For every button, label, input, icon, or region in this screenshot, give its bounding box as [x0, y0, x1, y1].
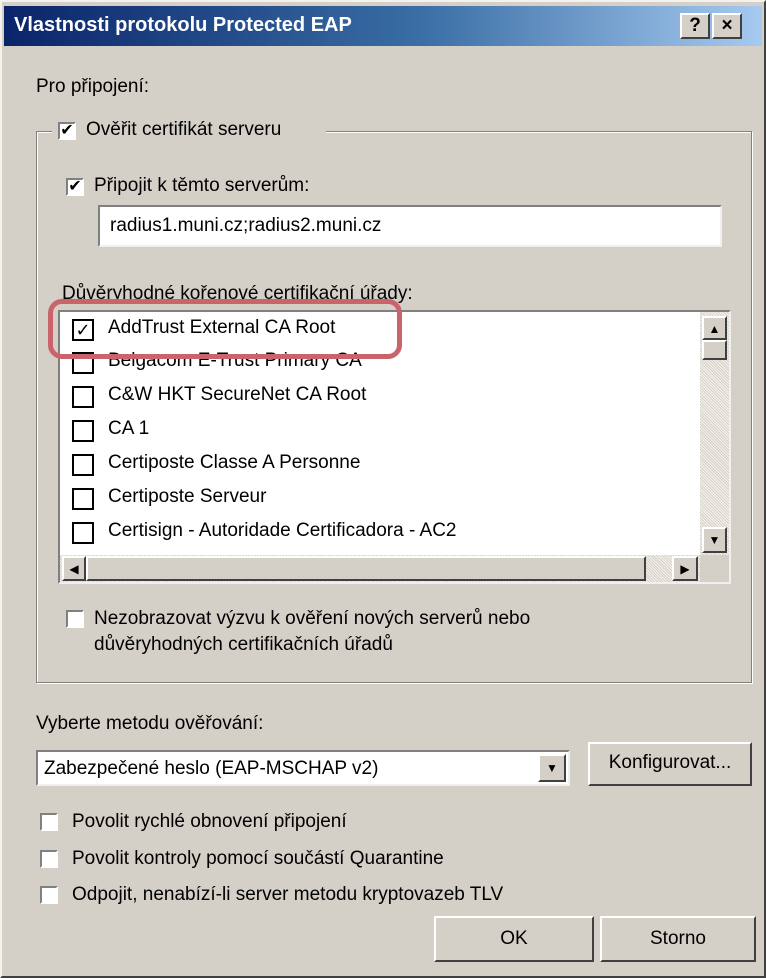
window-title: Vlastnosti protokolu Protected EAP — [14, 14, 352, 36]
vertical-scroll-thumb[interactable] — [702, 340, 727, 360]
verify-cert-label[interactable]: Ověřit certifikát serveru — [86, 119, 281, 141]
auth-method-label: Vyberte metodu ověřování: — [36, 713, 264, 734]
ok-button[interactable]: OK — [434, 916, 594, 962]
list-item[interactable]: Certiposte Serveur — [68, 482, 688, 515]
verify-cert-checkbox[interactable]: ✔ — [58, 122, 76, 140]
servers-input[interactable]: radius1.muni.cz;radius2.muni.cz — [98, 205, 722, 247]
scroll-up-arrow-icon[interactable]: ▲ — [702, 316, 727, 340]
auth-method-select[interactable]: Zabezpečené heslo (EAP-MSCHAP v2) ▼ — [36, 750, 570, 786]
disconnect-tlv-checkbox[interactable] — [40, 886, 58, 904]
list-item[interactable]: Belgacom E-Trust Primary CA — [68, 346, 688, 379]
title-bar[interactable]: Vlastnosti protokolu Protected EAP ? × — [4, 6, 762, 46]
ca-item-checkbox[interactable] — [72, 488, 94, 510]
scrollbar-corner — [700, 555, 729, 582]
horizontal-scrollbar[interactable]: ◀ ▶ — [60, 555, 700, 582]
ca-item-checkbox[interactable] — [72, 420, 94, 442]
no-prompt-checkbox[interactable] — [66, 610, 84, 628]
ca-item-label: Certiposte Serveur — [108, 486, 267, 507]
ca-item-label: Certisign - Autoridade Certificadora - A… — [108, 520, 457, 541]
trusted-ca-list[interactable]: ✓ AddTrust External CA Root Belgacom E-T… — [58, 310, 731, 584]
list-item[interactable]: Certiposte Classe A Personne — [68, 448, 688, 481]
trusted-ca-label: Důvěryhodné kořenové certifikační úřady: — [62, 283, 413, 304]
ca-item-checkbox[interactable] — [72, 352, 94, 374]
connection-label: Pro připojení: — [36, 76, 150, 97]
ca-item-label: CA 1 — [108, 418, 150, 439]
disconnect-tlv-label[interactable]: Odpojit, nenabízí-li server metodu krypt… — [72, 884, 503, 906]
close-button[interactable]: × — [712, 13, 742, 39]
ca-item-checkbox[interactable] — [72, 522, 94, 544]
scroll-down-arrow-icon[interactable]: ▼ — [702, 527, 727, 553]
list-item[interactable]: C&W HKT SecureNet CA Root — [68, 380, 688, 413]
ca-item-label: Belgacom E-Trust Primary CA — [108, 350, 362, 371]
quarantine-label[interactable]: Povolit kontroly pomocí součástí Quarant… — [72, 848, 444, 870]
horizontal-scroll-thumb[interactable] — [86, 556, 646, 581]
vertical-scrollbar[interactable]: ▲ ▼ — [700, 312, 729, 555]
servers-input-value: radius1.muni.cz;radius2.muni.cz — [110, 215, 382, 236]
help-button[interactable]: ? — [680, 13, 710, 39]
ca-item-label: Certiposte Classe A Personne — [108, 452, 361, 473]
chevron-down-icon[interactable]: ▼ — [538, 754, 566, 782]
fast-reconnect-checkbox[interactable] — [40, 813, 58, 831]
no-prompt-label-line1[interactable]: Nezobrazovat výzvu k ověření nových serv… — [94, 608, 530, 630]
list-item[interactable]: Certisign - Autoridade Certificadora - A… — [68, 516, 688, 549]
ca-item-checkbox[interactable] — [72, 454, 94, 476]
no-prompt-label-line2[interactable]: důvěryhodných certifikačních úřadů — [94, 634, 393, 656]
configure-button[interactable]: Konfigurovat... — [588, 742, 752, 786]
auth-method-value: Zabezpečené heslo (EAP-MSCHAP v2) — [44, 758, 379, 779]
ca-item-label: AddTrust External CA Root — [108, 317, 336, 338]
fast-reconnect-label[interactable]: Povolit rychlé obnovení připojení — [72, 811, 347, 833]
list-item[interactable]: CA 1 — [68, 414, 688, 447]
ca-item-label: C&W HKT SecureNet CA Root — [108, 384, 367, 405]
ca-item-checkbox[interactable]: ✓ — [72, 319, 94, 341]
eap-properties-dialog: Vlastnosti protokolu Protected EAP ? × P… — [0, 0, 766, 978]
cancel-button[interactable]: Storno — [600, 916, 756, 962]
quarantine-checkbox[interactable] — [40, 850, 58, 868]
scroll-right-arrow-icon[interactable]: ▶ — [672, 556, 698, 581]
ca-item-checkbox[interactable] — [72, 386, 94, 408]
list-item[interactable]: ✓ AddTrust External CA Root — [68, 313, 688, 346]
connect-servers-label[interactable]: Připojit k těmto serverům: — [94, 175, 309, 197]
scroll-left-arrow-icon[interactable]: ◀ — [62, 556, 86, 581]
connect-servers-checkbox[interactable]: ✔ — [66, 178, 84, 196]
